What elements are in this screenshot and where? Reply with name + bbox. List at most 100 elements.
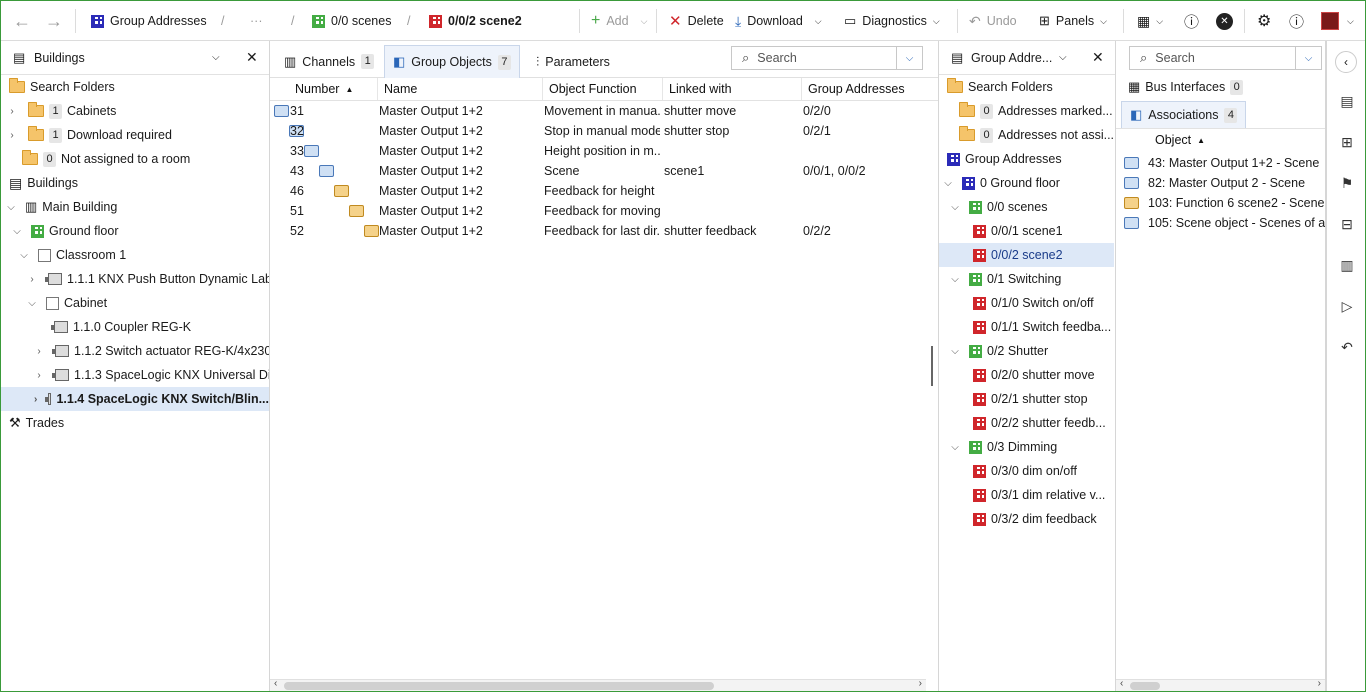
table-cell-ga[interactable] bbox=[803, 141, 928, 161]
search-input[interactable]: ⌕ Search ⌵ bbox=[731, 46, 923, 70]
search-folders-node[interactable]: Search Folders bbox=[9, 75, 115, 99]
horizontal-scrollbar[interactable]: ‹ › bbox=[270, 678, 926, 691]
group-address-node[interactable]: 0/3/0 dim on/off bbox=[973, 459, 1077, 483]
ground-floor-node[interactable]: ⌵ Ground floor bbox=[12, 219, 118, 243]
association-item[interactable]: 105: Scene object - Scenes of all... bbox=[1124, 213, 1325, 233]
chevron-right-icon[interactable]: › bbox=[34, 346, 44, 357]
chevron-down-icon[interactable]: ⌵ bbox=[12, 226, 22, 237]
tree-item[interactable]: 0 Addresses not assi... bbox=[959, 123, 1114, 147]
trades-node[interactable]: ⚒ Trades bbox=[9, 411, 64, 435]
group-address-node[interactable]: 0/0/1 scene1 bbox=[973, 219, 1063, 243]
table-cell-function[interactable]: Height position in m... bbox=[544, 141, 660, 161]
avatar[interactable]: ⌵ bbox=[1321, 1, 1354, 41]
undo-history-icon[interactable]: ↶ bbox=[1339, 339, 1355, 355]
chevron-right-icon[interactable]: › bbox=[34, 394, 37, 405]
group-address-node[interactable]: 0/3/1 dim relative v... bbox=[973, 483, 1105, 507]
table-cell-ga[interactable]: 0/2/0 bbox=[803, 101, 928, 121]
stop-icon[interactable]: ✕ bbox=[1216, 1, 1233, 41]
download-button[interactable]: ⤓ Download ⌵ bbox=[735, 1, 822, 41]
group-address-node[interactable]: 0/1/1 Switch feedba... bbox=[973, 315, 1111, 339]
scroll-left-icon[interactable]: ‹ bbox=[1120, 678, 1123, 689]
table-cell-number[interactable]: 43 bbox=[290, 161, 375, 181]
table-cell-number[interactable]: 31 bbox=[290, 101, 375, 121]
table-cell-number[interactable]: 46 bbox=[290, 181, 375, 201]
tab-group-objects[interactable]: ◧ Group Objects 7 bbox=[384, 45, 520, 78]
help-icon[interactable]: ⓘ bbox=[1289, 1, 1304, 41]
group-address-node[interactable]: 0/2/1 shutter stop bbox=[973, 387, 1088, 411]
tab-bus-interfaces[interactable]: ▦ Bus Interfaces 0 bbox=[1128, 75, 1244, 99]
table-cell-function[interactable]: Movement in manua... bbox=[544, 101, 660, 121]
tab-parameters[interactable]: ⫶ Parameters bbox=[528, 45, 618, 78]
classroom-node[interactable]: ⌵ Classroom 1 bbox=[19, 243, 126, 267]
buildings-root-node[interactable]: ▤ Buildings bbox=[9, 171, 78, 195]
chevron-down-icon[interactable]: ⌵ bbox=[950, 442, 960, 453]
scroll-right-icon[interactable]: › bbox=[919, 678, 922, 689]
group-address-node[interactable]: 0/2/2 shutter feedb... bbox=[973, 411, 1106, 435]
table-cell-ga[interactable] bbox=[803, 201, 928, 221]
scrollbar-thumb[interactable] bbox=[1130, 682, 1160, 690]
chevron-right-icon[interactable]: › bbox=[34, 370, 44, 381]
table-cell-number[interactable]: 32 bbox=[290, 121, 375, 141]
chevron-down-icon[interactable]: ⌵ bbox=[6, 202, 16, 213]
table-cell-name[interactable]: Master Output 1+2 bbox=[379, 101, 540, 121]
splitter-handle[interactable] bbox=[931, 346, 933, 386]
table-cell-function[interactable]: Feedback for height bbox=[544, 181, 660, 201]
chevron-right-icon[interactable]: › bbox=[7, 106, 17, 117]
column-header-object[interactable]: Object ▲ bbox=[1149, 129, 1325, 151]
search-folders-node[interactable]: Search Folders bbox=[947, 75, 1053, 99]
group-address-node-selected[interactable]: 0/0/2 scene2 bbox=[939, 243, 1114, 267]
chevron-down-icon[interactable]: ⌵ bbox=[943, 178, 953, 189]
table-cell-linked[interactable] bbox=[664, 181, 799, 201]
forward-arrow-icon[interactable]: → bbox=[45, 1, 63, 41]
table-cell-ga[interactable]: 0/0/1, 0/0/2 bbox=[803, 161, 928, 181]
table-cell-number[interactable]: 33 bbox=[290, 141, 375, 161]
column-header-linked-with[interactable]: Linked with bbox=[663, 78, 802, 100]
chevron-down-icon[interactable]: ⌵ bbox=[896, 47, 922, 69]
search-input[interactable]: ⌕ Search ⌵ bbox=[1129, 46, 1322, 70]
tree-item[interactable]: 0 Addresses marked... bbox=[959, 99, 1113, 123]
device-node[interactable]: › 1.1.1 KNX Push Button Dynamic Lab... bbox=[27, 267, 269, 291]
play-icon[interactable]: ▷ bbox=[1339, 298, 1355, 314]
undo-button[interactable]: ↶ Undo bbox=[969, 1, 1017, 41]
chevron-down-icon[interactable]: ⌵ bbox=[1059, 52, 1067, 63]
gear-icon[interactable]: ⚙ bbox=[1257, 1, 1271, 41]
column-header-object-function[interactable]: Object Function bbox=[543, 78, 663, 100]
workspace-icon[interactable]: ▦ ⌵ bbox=[1137, 1, 1163, 41]
table-cell-function[interactable]: Feedback for last dir... bbox=[544, 221, 660, 241]
chevron-right-icon[interactable]: › bbox=[27, 274, 37, 285]
horizontal-scrollbar[interactable]: ‹ › bbox=[1116, 678, 1325, 691]
association-item[interactable]: 43: Master Output 1+2 - Scene bbox=[1124, 153, 1319, 173]
info-icon[interactable]: ⓘ bbox=[1184, 1, 1199, 41]
chevron-down-icon[interactable]: ⌵ bbox=[27, 298, 37, 309]
breadcrumb-group-addresses[interactable]: Group Addresses bbox=[91, 1, 207, 41]
chevron-down-icon[interactable]: ⌵ bbox=[950, 274, 960, 285]
breadcrumb-ellipsis[interactable]: ··· bbox=[250, 1, 263, 41]
properties-icon[interactable]: ▤ bbox=[1339, 93, 1355, 109]
middle-group-node[interactable]: ⌵ 0/0 scenes bbox=[950, 195, 1047, 219]
middle-group-node[interactable]: ⌵ 0/1 Switching bbox=[950, 267, 1061, 291]
table-cell-name[interactable]: Master Output 1+2 bbox=[379, 141, 540, 161]
clipboard-icon[interactable]: ▥ bbox=[1339, 257, 1355, 273]
chevron-down-icon[interactable]: ⌵ bbox=[950, 202, 960, 213]
association-item[interactable]: 103: Function 6 scene2 - Scene o... bbox=[1124, 193, 1325, 213]
table-cell-name[interactable]: Master Output 1+2 bbox=[379, 181, 540, 201]
table-cell-function[interactable]: Feedback for moving bbox=[544, 201, 660, 221]
diagnostics-button[interactable]: ▭ Diagnostics ⌵ bbox=[844, 1, 940, 41]
group-address-node[interactable]: 0/3/2 dim feedback bbox=[973, 507, 1097, 531]
table-cell-name[interactable]: Master Output 1+2 bbox=[379, 221, 540, 241]
delete-button[interactable]: ✕ Delete bbox=[669, 1, 724, 41]
tab-associations[interactable]: ◧ Associations 4 bbox=[1121, 101, 1247, 128]
breadcrumb-scene2[interactable]: 0/0/2 scene2 bbox=[429, 1, 522, 41]
table-cell-name[interactable]: Master Output 1+2 bbox=[379, 121, 540, 141]
breadcrumb-scenes[interactable]: 0/0 scenes bbox=[312, 1, 391, 41]
table-cell-number[interactable]: 52 bbox=[290, 221, 375, 241]
comments-icon[interactable]: ⚑ bbox=[1339, 175, 1355, 191]
main-group-node[interactable]: ⌵ 0 Ground floor bbox=[943, 171, 1060, 195]
close-icon[interactable]: ✕ bbox=[246, 49, 258, 66]
chevron-down-icon[interactable]: ⌵ bbox=[19, 250, 29, 261]
column-header-name[interactable]: Name bbox=[378, 78, 543, 100]
table-cell-linked[interactable]: shutter feedback bbox=[664, 221, 799, 241]
add-button[interactable]: + Add ⌵ bbox=[591, 1, 647, 41]
table-cell-function[interactable]: Stop in manual mode bbox=[544, 121, 660, 141]
tree-item[interactable]: › 1 Download required bbox=[7, 123, 172, 147]
